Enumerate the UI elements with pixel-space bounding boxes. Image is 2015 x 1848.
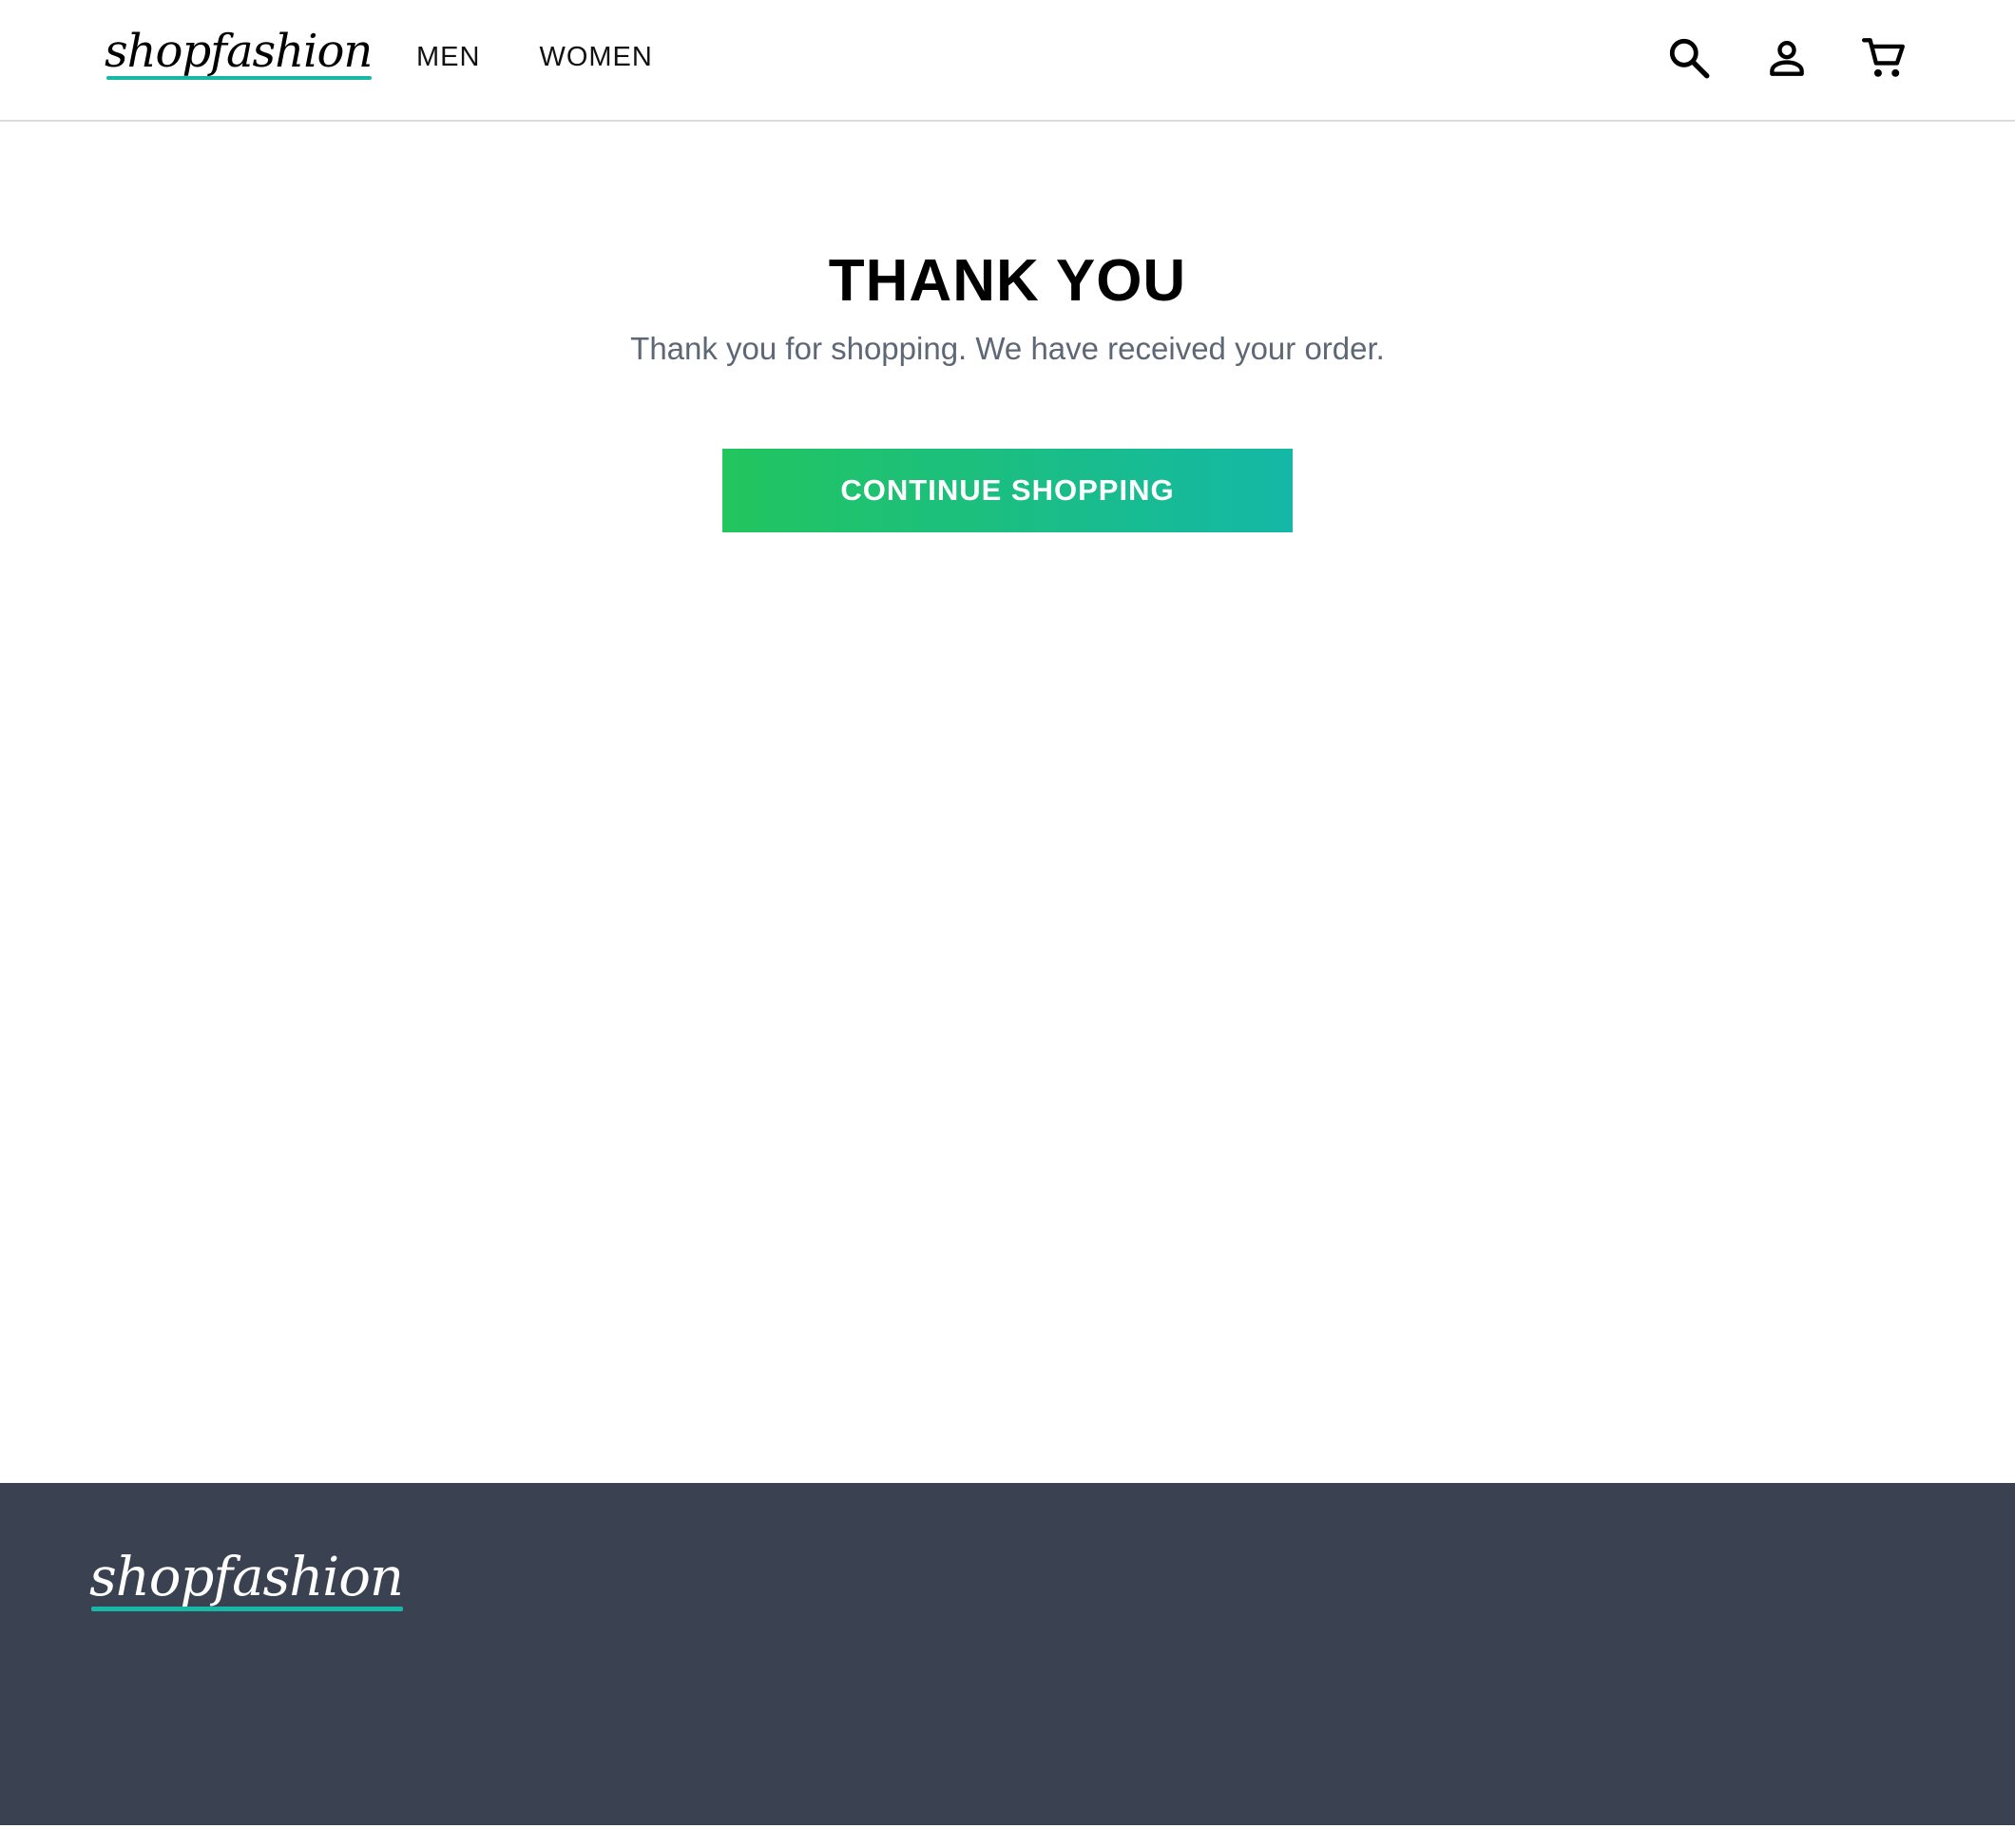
site-header: shopfashion MEN WOMEN	[0, 0, 2015, 122]
continue-shopping-button[interactable]: CONTINUE SHOPPING	[722, 449, 1293, 532]
account-button[interactable]	[1763, 34, 1811, 82]
search-icon	[1669, 38, 1710, 79]
footer-brand-logo-underline	[91, 1607, 403, 1611]
account-icon	[1770, 40, 1804, 76]
footer-brand-logo[interactable]: shopfashion	[89, 1551, 404, 1611]
brand-logo-text: shopfashion	[105, 25, 373, 78]
cart-icon	[1861, 38, 1905, 77]
brand-logo[interactable]: shopfashion	[105, 29, 373, 80]
search-button[interactable]	[1665, 34, 1713, 82]
main-nav: MEN WOMEN	[416, 42, 653, 73]
site-footer: shopfashion	[0, 1483, 2015, 1825]
order-confirmation-message: Thank you for shopping. We have received…	[630, 331, 1385, 366]
cart-button[interactable]	[1861, 34, 1909, 82]
brand-logo-underline	[106, 76, 373, 80]
page-title: THANK YOU	[828, 248, 1187, 314]
nav-link-men[interactable]: MEN	[416, 42, 480, 73]
main-content: THANK YOU Thank you for shopping. We hav…	[0, 122, 2015, 1483]
header-actions	[1665, 34, 1909, 82]
footer-brand-logo-text: shopfashion	[89, 1547, 404, 1608]
nav-link-women[interactable]: WOMEN	[539, 42, 652, 73]
